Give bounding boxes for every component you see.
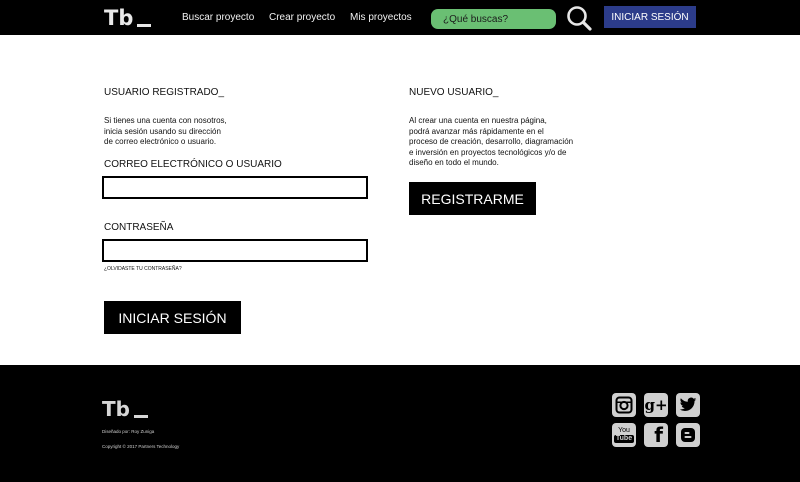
registered-user-intro: Si tienes una cuenta con nosotros, inici… [104,116,227,148]
instagram-icon[interactable] [612,393,636,417]
email-field[interactable] [102,176,368,199]
login-submit-button[interactable]: INICIAR SESIÓN [104,301,241,334]
registered-intro-line: Si tienes una cuenta con nosotros, [104,116,227,125]
new-user-intro-line: diseño en todo el mundo. [409,158,499,168]
nav-buscar-proyecto[interactable]: Buscar proyecto [182,12,254,23]
youtube-icon[interactable]: You Tube [612,423,636,447]
registered-intro-line: inicia sesión usando su dirección [104,126,221,136]
new-user-intro: Al crear una cuenta en nuestra página, p… [409,116,573,169]
youtube-glyph-bottom: Tube [613,435,635,443]
footer-logo[interactable]: Tb [102,397,148,421]
new-user-intro-line: Al crear una cuenta en nuestra página, [409,116,547,125]
header-login-button[interactable]: INICIAR SESIÓN [604,6,696,28]
forgot-password-link[interactable]: ¿OLVIDASTE TU CONTRASEÑA? [104,266,182,272]
facebook-glyph: f [654,423,663,447]
registered-user-title: USUARIO REGISTRADO_ [104,87,225,98]
password-field[interactable] [102,239,368,262]
register-button[interactable]: REGISTRARME [409,182,536,215]
search-icon[interactable] [566,5,592,31]
google-plus-icon[interactable]: g+ [644,393,668,417]
youtube-glyph-top: You [618,427,630,434]
registered-intro-line: de correo electrónico o usuario. [104,137,217,147]
nav-mis-proyectos[interactable]: Mis proyectos [350,12,412,23]
top-nav-bar: Tb Buscar proyecto Crear proyecto Mis pr… [0,0,800,35]
logo-underscore [137,24,152,27]
page-footer: Tb Diseñado por: Roy Zuniga Copyright © … [0,365,800,482]
twitter-icon[interactable] [676,393,700,417]
copyright-text: Copyright © 2017 Partners Technology [102,444,180,449]
google-plus-glyph: g+ [644,396,668,414]
site-logo[interactable]: Tb [104,6,152,30]
nav-crear-proyecto[interactable]: Crear proyecto [269,12,335,23]
new-user-intro-line: e inversión en proyectos tecnológicos y/… [409,147,567,157]
blogger-icon[interactable] [676,423,700,447]
password-label: CONTRASEÑA [104,222,174,233]
new-user-title: NUEVO USUARIO_ [409,87,499,98]
footer-logo-text: Tb [102,397,130,421]
footer-logo-underscore [133,415,148,418]
new-user-intro-line: proceso de creación, desarrollo, diagram… [409,137,574,147]
new-user-intro-line: podrá avanzar más rápidamente en el [409,126,544,136]
search-input[interactable] [431,9,556,29]
designed-by-text: Diseñado por: Roy Zuniga [102,429,155,434]
email-label: CORREO ELECTRÓNICO O USUARIO [104,159,282,170]
logo-text: Tb [104,6,134,30]
facebook-icon[interactable]: f [644,423,668,447]
